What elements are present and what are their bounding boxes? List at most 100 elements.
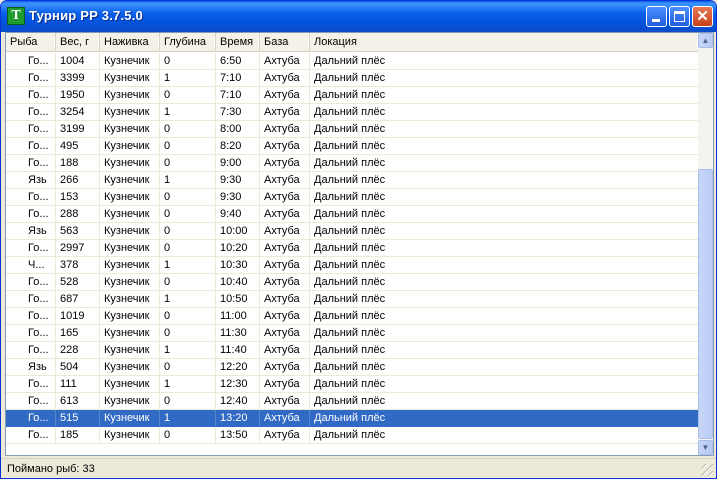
scroll-thumb[interactable] (698, 169, 713, 439)
cell-location: Дальний плёс (314, 242, 386, 254)
maximize-button[interactable] (669, 6, 690, 27)
scroll-up-button[interactable]: ▲ (698, 33, 713, 48)
table-row[interactable]: Го... 613 Кузнечик 0 12:40 Ахтуба Дальний плёс (6, 393, 698, 410)
column-header-time[interactable]: Время (216, 33, 260, 51)
cell-fish: Го... (6, 155, 56, 171)
cell-time: 10:20 (216, 240, 260, 256)
cell-base: Ахтуба (260, 274, 310, 290)
resize-grip[interactable] (701, 464, 713, 476)
cell-location: Дальний плёс (314, 174, 386, 186)
table-row[interactable]: Го... 228 Кузнечик 1 11:40 Ахтуба Дальний плёс (6, 342, 698, 359)
cell-base: Ахтуба (260, 427, 310, 443)
table-row[interactable]: Го... 528 Кузнечик 0 10:40 Ахтуба Дальний плёс (6, 274, 698, 291)
cell-weight: 3254 (56, 104, 100, 120)
cell-weight: 563 (56, 223, 100, 239)
cell-time: 11:40 (216, 342, 260, 358)
cell-location: Дальний плёс (314, 123, 386, 135)
table-row[interactable]: Го... 165 Кузнечик 0 11:30 Ахтуба Дальний плёс (6, 325, 698, 342)
cell-weight: 288 (56, 206, 100, 222)
cell-fish: Го... (6, 53, 56, 69)
table-row[interactable]: Го... 185 Кузнечик 0 13:50 Ахтуба Дальний плёс (6, 427, 698, 444)
cell-base: Ахтуба (260, 104, 310, 120)
table-row[interactable]: Го... 3254 Кузнечик 1 7:30 Ахтуба Дальний плёс (6, 104, 698, 121)
cell-time: 7:10 (216, 87, 260, 103)
cell-location: Дальний плёс (314, 140, 386, 152)
cell-bait: Кузнечик (100, 189, 160, 205)
column-header-location[interactable]: Локация (310, 33, 698, 51)
cell-bait: Кузнечик (100, 121, 160, 137)
column-header-base[interactable]: База (260, 33, 310, 51)
cell-location: Дальний плёс (314, 191, 386, 203)
minimize-button[interactable] (646, 6, 667, 27)
cell-bait: Кузнечик (100, 410, 160, 426)
cell-time: 9:40 (216, 206, 260, 222)
cell-weight: 1004 (56, 53, 100, 69)
table-row[interactable]: Го... 3199 Кузнечик 0 8:00 Ахтуба Дальний плёс (6, 121, 698, 138)
column-header-fish[interactable]: Рыба (6, 33, 56, 51)
app-icon[interactable]: T (7, 7, 25, 25)
cell-bait: Кузнечик (100, 325, 160, 341)
cell-bait: Кузнечик (100, 87, 160, 103)
table-row[interactable]: Го... 2997 Кузнечик 0 10:20 Ахтуба Дальний плё… (6, 240, 698, 257)
catch-list[interactable]: Рыба Вес, г Наживка Глубина Время База Локация… (5, 32, 714, 456)
cell-fish: Го... (6, 104, 56, 120)
cell-depth: 1 (160, 376, 216, 392)
column-header-weight[interactable]: Вес, г (56, 33, 100, 51)
cell-base: Ахтуба (260, 308, 310, 324)
table-row[interactable]: Го... 1950 Кузнечик 0 7:10 Ахтуба Дальний плёс (6, 87, 698, 104)
cell-location: Дальний плёс (314, 361, 386, 373)
cell-location: Дальний плёс (314, 208, 386, 220)
table-row[interactable]: Го... 1004 Кузнечик 0 6:50 Ахтуба Дальний плёс (6, 53, 698, 70)
table-row[interactable]: Го... 515 Кузнечик 1 13:20 Ахтуба Дальний плёс (6, 410, 698, 427)
cell-weight: 185 (56, 427, 100, 443)
cell-weight: 1019 (56, 308, 100, 324)
cell-weight: 613 (56, 393, 100, 409)
cell-time: 12:30 (216, 376, 260, 392)
close-button[interactable]: ✕ (692, 6, 713, 27)
title-bar[interactable]: T Турнир РР 3.7.5.0 ✕ (1, 1, 716, 32)
table-row[interactable]: Го... 495 Кузнечик 0 8:20 Ахтуба Дальний плёс (6, 138, 698, 155)
cell-bait: Кузнечик (100, 291, 160, 307)
cell-location: Дальний плёс (314, 72, 386, 84)
cell-fish: Го... (6, 274, 56, 290)
table-row[interactable]: Го... 687 Кузнечик 1 10:50 Ахтуба Дальний плёс (6, 291, 698, 308)
cell-weight: 3199 (56, 121, 100, 137)
chevron-down-icon: ▼ (701, 443, 710, 452)
cell-weight: 1950 (56, 87, 100, 103)
cell-base: Ахтуба (260, 393, 310, 409)
column-header-bait[interactable]: Наживка (100, 33, 160, 51)
column-header-depth[interactable]: Глубина (160, 33, 216, 51)
cell-bait: Кузнечик (100, 206, 160, 222)
table-row[interactable]: Го... 188 Кузнечик 0 9:00 Ахтуба Дальний плёс (6, 155, 698, 172)
cell-location: Дальний плёс (314, 378, 386, 390)
table-row[interactable]: Язь 504 Кузнечик 0 12:20 Ахтуба Дальний плёс (6, 359, 698, 376)
table-row[interactable]: Го... 3399 Кузнечик 1 7:10 Ахтуба Дальний плёс (6, 70, 698, 87)
table-row[interactable]: Го... 288 Кузнечик 0 9:40 Ахтуба Дальний плёс (6, 206, 698, 223)
cell-time: 7:10 (216, 70, 260, 86)
cell-base: Ахтуба (260, 172, 310, 188)
cell-depth: 0 (160, 53, 216, 69)
table-row[interactable]: Го... 153 Кузнечик 0 9:30 Ахтуба Дальний плёс (6, 189, 698, 206)
table-row[interactable]: Язь 266 Кузнечик 1 9:30 Ахтуба Дальний плёс (6, 172, 698, 189)
list-header: Рыба Вес, г Наживка Глубина Время База Локация (6, 33, 698, 52)
cell-bait: Кузнечик (100, 308, 160, 324)
cell-time: 12:20 (216, 359, 260, 375)
table-row[interactable]: Язь 563 Кузнечик 0 10:00 Ахтуба Дальний плёс (6, 223, 698, 240)
table-row[interactable]: Ч... 378 Кузнечик 1 10:30 Ахтуба Дальний плёс (6, 257, 698, 274)
cell-fish: Язь (6, 223, 56, 239)
cell-time: 11:30 (216, 325, 260, 341)
scroll-down-button[interactable]: ▼ (698, 440, 713, 455)
cell-fish: Го... (6, 291, 56, 307)
chevron-up-icon: ▲ (701, 36, 710, 45)
table-row[interactable]: Го... 111 Кузнечик 1 12:30 Ахтуба Дальний плёс (6, 376, 698, 393)
cell-weight: 3399 (56, 70, 100, 86)
table-row[interactable]: Го... 1019 Кузнечик 0 11:00 Ахтуба Дальний плё… (6, 308, 698, 325)
status-bar: Поймано рыб: 33 (1, 458, 716, 478)
cell-base: Ахтуба (260, 376, 310, 392)
cell-bait: Кузнечик (100, 53, 160, 69)
cell-fish: Го... (6, 206, 56, 222)
cell-bait: Кузнечик (100, 70, 160, 86)
cell-fish: Го... (6, 70, 56, 86)
vertical-scrollbar[interactable]: ▲ ▼ (698, 33, 713, 455)
cell-base: Ахтуба (260, 342, 310, 358)
